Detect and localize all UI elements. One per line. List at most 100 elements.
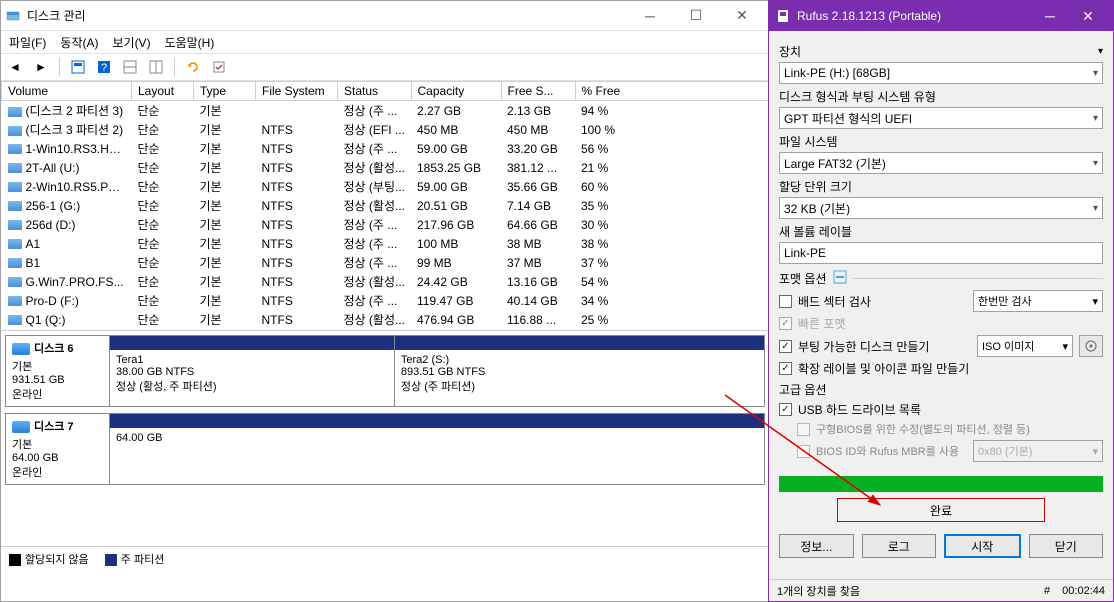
close-button[interactable]: ✕ [719,2,765,30]
volume-table[interactable]: Volume Layout Type File System Status Ca… [1,81,769,331]
disk-management-window: 디스크 관리 ─ ☐ ✕ 파일(F) 동작(A) 보기(V) 도움말(H) ◄ … [0,0,770,602]
create-ext-label: 확장 레이블 및 아이콘 파일 만들기 [798,360,969,377]
table-row[interactable]: G.Win7.PRO.FS...단순기본NTFS정상 (활성...24.42 G… [2,272,769,291]
format-options-toggle-icon[interactable] [833,270,847,287]
statusbar-left: 1개의 장치를 찾음 [777,583,860,599]
menu-view[interactable]: 보기(V) [112,34,150,51]
rufus-minimize-button[interactable]: ─ [1031,2,1069,30]
table-row[interactable]: Q1 (Q:)단순기본NTFS정상 (활성...476.94 GB116.88 … [2,310,769,329]
fs-label: 파일 시스템 [779,133,838,150]
col-pctfree[interactable]: % Free [575,82,769,101]
disk-partition[interactable]: Tera2 (S:)893.51 GB NTFS정상 (주 파티션) [395,336,764,406]
device-settings-icon[interactable]: ▾ [1098,46,1103,57]
rufus-title: Rufus 2.18.1213 (Portable) [797,9,1031,23]
col-volume[interactable]: Volume [2,82,132,101]
rufus-titlebar[interactable]: Rufus 2.18.1213 (Portable) ─ ✕ [769,1,1113,31]
partition-label: 디스크 형식과 부팅 시스템 유형 [779,88,936,105]
disk-partition[interactable]: Tera138.00 GB NTFS정상 (활성, 주 파티션) [110,336,395,406]
table-row[interactable]: (디스크 3 파티션 2)단순기본NTFS정상 (EFI ...450 MB45… [2,120,769,139]
fs-select[interactable]: Large FAT32 (기본)▾ [779,152,1103,174]
statusbar-hash[interactable]: # [1044,585,1050,597]
table-row[interactable]: Recovery단순기본NTFS정상 (OE...550 MB142 MB26 … [2,329,769,331]
close-button[interactable]: 닫기 [1029,534,1104,558]
disk-row[interactable]: 디스크 6기본931.51 GB온라인Tera138.00 GB NTFS정상 … [5,335,765,407]
disk-partition[interactable]: 64.00 GB [110,414,764,484]
refresh-button[interactable] [183,57,203,77]
boot-type-select[interactable]: ISO 이미지▾ [977,335,1073,357]
table-row[interactable]: (디스크 2 파티션 3)단순기본정상 (주 ...2.27 GB2.13 GB… [2,101,769,121]
svg-text:?: ? [101,62,107,74]
disk-graphical-pane[interactable]: 디스크 6기본931.51 GB온라인Tera138.00 GB NTFS정상 … [1,331,769,546]
table-row[interactable]: 256-1 (G:)단순기본NTFS정상 (활성...20.51 GB7.14 … [2,196,769,215]
minimize-button[interactable]: ─ [627,2,673,30]
dm-toolbar: ◄ ► ? [1,53,769,81]
table-row[interactable]: A1단순기본NTFS정상 (주 ...100 MB38 MB38 % [2,234,769,253]
format-options-label: 포맷 옵션 [779,270,827,287]
cluster-select[interactable]: 32 KB (기본)▾ [779,197,1103,219]
bad-sector-label: 배드 섹터 검사 [798,293,967,310]
menu-action[interactable]: 동작(A) [60,34,98,51]
old-bios-label: 구형BIOS를 위한 수정(별도의 파티션, 정렬 등) [816,421,1030,437]
quick-format-checkbox [779,317,792,330]
vollabel-input[interactable]: Link-PE [779,242,1103,264]
rufus-mbr-checkbox [797,445,810,458]
create-boot-label: 부팅 가능한 디스크 만들기 [798,338,971,355]
legend-unalloc: 할당되지 않음 [25,554,89,566]
maximize-button[interactable]: ☐ [673,2,719,30]
disk-row[interactable]: 디스크 7기본64.00 GB온라인64.00 GB [5,413,765,485]
about-button[interactable]: 정보... [779,534,854,558]
col-capacity[interactable]: Capacity [411,82,501,101]
table-row[interactable]: 2T-All (U:)단순기본NTFS정상 (활성...1853.25 GB38… [2,158,769,177]
table-row[interactable]: 1-Win10.RS3.Ho...단순기본NTFS정상 (주 ...59.00 … [2,139,769,158]
mbr-id-select: 0x80 (기본)▾ [973,440,1103,462]
progress-bar [779,476,1103,492]
partition-select[interactable]: GPT 파티션 형식의 UEFI▾ [779,107,1103,129]
col-free[interactable]: Free S... [501,82,575,101]
advanced-label: 고급 옵션 [779,381,1103,398]
create-boot-checkbox[interactable] [779,340,792,353]
device-select[interactable]: Link-PE (H:) [68GB]▾ [779,62,1103,84]
bad-sector-checkbox[interactable] [779,295,792,308]
log-button[interactable]: 로그 [862,534,937,558]
menu-file[interactable]: 파일(F) [9,34,46,51]
list-usb-checkbox[interactable] [779,403,792,416]
create-ext-checkbox[interactable] [779,362,792,375]
legend-primary: 주 파티션 [121,554,165,566]
rufus-mbr-label: BIOS ID와 Rufus MBR를 사용 [816,443,967,459]
col-status[interactable]: Status [338,82,412,101]
status-box: 완료 [837,498,1045,522]
table-row[interactable]: B1단순기본NTFS정상 (주 ...99 MB37 MB37 % [2,253,769,272]
col-type[interactable]: Type [194,82,256,101]
back-button[interactable]: ◄ [5,57,25,77]
iso-browse-button[interactable] [1079,335,1103,357]
rufus-icon [775,8,791,24]
bad-passes-select[interactable]: 한번만 검사▾ [973,290,1103,312]
rufus-close-button[interactable]: ✕ [1069,2,1107,30]
col-fs[interactable]: File System [256,82,338,101]
device-label: 장치 [779,43,801,60]
help-button[interactable]: ? [94,57,114,77]
table-row[interactable]: 256d (D:)단순기본NTFS정상 (주 ...217.96 GB64.66… [2,215,769,234]
table-row[interactable]: Pro-D (F:)단순기본NTFS정상 (주 ...119.47 GB40.1… [2,291,769,310]
toolbar-btn-4[interactable] [146,57,166,77]
toolbar-btn-6[interactable] [209,57,229,77]
dm-titlebar[interactable]: 디스크 관리 ─ ☐ ✕ [1,1,769,31]
statusbar-time: 00:02:44 [1062,585,1105,597]
toolbar-btn-1[interactable] [68,57,88,77]
dm-menubar: 파일(F) 동작(A) 보기(V) 도움말(H) [1,31,769,53]
status-text: 완료 [930,502,952,519]
table-row[interactable]: 2-Win10.RS5.PR...단순기본NTFS정상 (부팅...59.00 … [2,177,769,196]
quick-format-label: 빠른 포맷 [798,315,846,332]
dm-legend: 할당되지 않음 주 파티션 [1,546,769,570]
vollabel-label: 새 볼륨 레이블 [779,223,852,240]
disk-mgmt-icon [5,8,21,24]
menu-help[interactable]: 도움말(H) [165,34,215,51]
cluster-label: 할당 단위 크기 [779,178,852,195]
col-layout[interactable]: Layout [132,82,194,101]
old-bios-checkbox [797,423,810,436]
start-button[interactable]: 시작 [944,534,1021,558]
table-header-row: Volume Layout Type File System Status Ca… [2,82,769,101]
forward-button[interactable]: ► [31,57,51,77]
toolbar-btn-3[interactable] [120,57,140,77]
list-usb-label: USB 하드 드라이브 목록 [798,401,921,418]
